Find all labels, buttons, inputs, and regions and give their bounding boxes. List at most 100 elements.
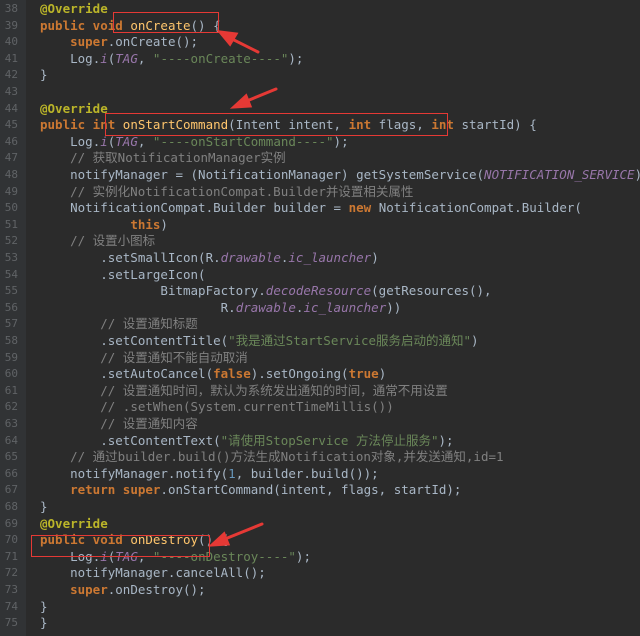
code-token: Builder [521,200,575,216]
code-text: notifyManager = (NotificationManager) ge… [40,167,640,183]
code-line[interactable]: 51 this) [0,217,640,233]
line-number: 50 [4,201,18,215]
line-number: 71 [4,549,18,563]
code-token: . [258,283,266,299]
line-number: 59 [4,350,18,364]
line-number: 61 [4,383,18,397]
line-number: 48 [4,168,18,181]
code-line[interactable]: 47 // 获取NotificationManager实例 [0,150,640,166]
code-token: // 获取NotificationManager实例 [70,150,286,166]
code-line[interactable]: 59 // 设置通知不能自动取消 [0,350,640,366]
code-line[interactable]: 56 R.drawable.ic_launcher)) [0,300,640,316]
code-line[interactable]: 64 .setContentText("请使用StopService 方法停止服… [0,433,640,449]
code-token: // 实例化NotificationCompat.Builder并设置相关属性 [70,183,414,199]
line-number: 58 [4,334,18,347]
line-number: 40 [4,35,18,49]
code-token: , builder.build()); [235,465,379,481]
code-token: // .setWhen(System.currentTimeMillis()) [100,399,394,415]
code-line[interactable]: 41 Log.i(TAG, "----onCreate----"); [0,51,640,67]
code-line[interactable]: 42} [0,67,640,83]
code-line[interactable]: 67 return super.onStartCommand(intent, f… [0,482,640,498]
code-line[interactable]: 46 Log.i(TAG, "----onStartCommand----"); [0,134,640,150]
line-number: 63 [4,417,18,430]
code-token: NotificationCompat [70,200,206,216]
code-line[interactable]: 39 public void onCreate() { [0,18,640,34]
code-line[interactable]: 73 super.onDestroy(); [0,582,640,598]
code-token: R [205,250,214,265]
code-text: this) [40,217,168,233]
code-line[interactable]: 48 notifyManager = (NotificationManager)… [0,167,640,183]
code-line[interactable]: 55 BitmapFactory.decodeResource(getResou… [0,283,640,299]
code-token: , [137,133,153,149]
code-line[interactable]: 68} [0,499,640,515]
code-token: ) [160,216,168,232]
code-token: 1 [228,465,236,481]
code-token: . [213,250,221,265]
code-token: notifyManager = ( [40,167,199,182]
code-text: } [40,499,48,515]
code-line[interactable]: 49 // 实例化NotificationCompat.Builder并设置相关… [0,184,640,200]
line-number: 66 [4,466,18,480]
code-token: false [213,366,251,382]
code-token: ic_launcher [288,250,372,265]
code-token: super [70,582,108,597]
code-text: // 设置通知不能自动取消 [40,350,248,366]
line-number: 67 [4,483,18,497]
code-token: NOTIFICATION_SERVICE [484,167,635,182]
code-line[interactable]: 38 @Override [0,1,640,17]
code-line[interactable]: 62 // .setWhen(System.currentTimeMillis(… [0,399,640,415]
line-number: 69 [4,516,18,530]
code-editor[interactable]: 38 @Override 39 public void onCreate() {40 … [0,0,640,636]
code-token: ) [378,366,387,382]
line-number: 64 [4,433,18,447]
code-text: .setSmallIcon(R.drawable.ic_launcher) [40,250,379,266]
code-line[interactable]: 40 super.onCreate(); [0,34,640,50]
code-line[interactable]: 50 NotificationCompat.Builder builder = … [0,200,640,216]
code-token: ); [438,432,454,448]
code-line[interactable]: 63 // 设置通知内容 [0,416,640,432]
code-token: TAG [115,50,138,66]
code-line[interactable]: 72 notifyManager.cancelAll(); [0,565,640,581]
line-number: 55 [4,284,18,298]
code-token: .onCreate(); [107,34,199,50]
code-text: } [40,599,48,615]
code-token: "我是通过StartService服务启动的通知" [228,333,472,348]
code-line[interactable]: 66 notifyManager.notify(1, builder.build… [0,466,640,482]
highlight-box-onstartcommand [105,113,448,136]
code-line[interactable]: 69 @Override [0,516,640,532]
highlight-box-ondestroy [31,535,210,557]
code-line[interactable]: 54 .setLargeIcon( [0,267,640,283]
line-number: 51 [4,217,18,231]
code-token: new [348,200,379,216]
code-line[interactable]: 65 // 通过builder.build()方法生成Notification对… [0,449,640,465]
line-number: 74 [4,599,18,613]
code-line[interactable]: 57 // 设置通知标题 [0,316,640,332]
code-line[interactable]: 74} [0,599,640,615]
code-token: return super [70,482,161,498]
code-token: // 设置通知时间，默认为系统发出通知的时间，通常不用设置 [100,382,448,398]
code-token: i [100,50,108,66]
code-line[interactable]: 75} [0,615,640,631]
code-text: @Override [40,101,108,117]
code-token: ic_launcher [303,299,387,315]
code-line[interactable]: 53 .setSmallIcon(R.drawable.ic_launcher) [0,250,640,266]
code-token: @Override [40,515,108,531]
code-line[interactable]: 58 .setContentTitle("我是通过StartService服务启… [0,333,640,349]
code-token: "请使用StopService 方法停止服务" [220,432,439,448]
code-token: (getResources(), [371,283,492,299]
code-line[interactable]: 60 .setAutoCancel(false).setOngoing(true… [0,366,640,382]
code-line[interactable]: 43 [0,84,640,100]
line-number: 43 [4,85,18,98]
code-line[interactable]: 52 // 设置小图标 [0,233,640,249]
code-line[interactable]: 61 // 设置通知时间，默认为系统发出通知的时间，通常不用设置 [0,383,640,399]
line-number: 72 [4,566,18,580]
code-token: .onDestroy(); [107,582,206,597]
